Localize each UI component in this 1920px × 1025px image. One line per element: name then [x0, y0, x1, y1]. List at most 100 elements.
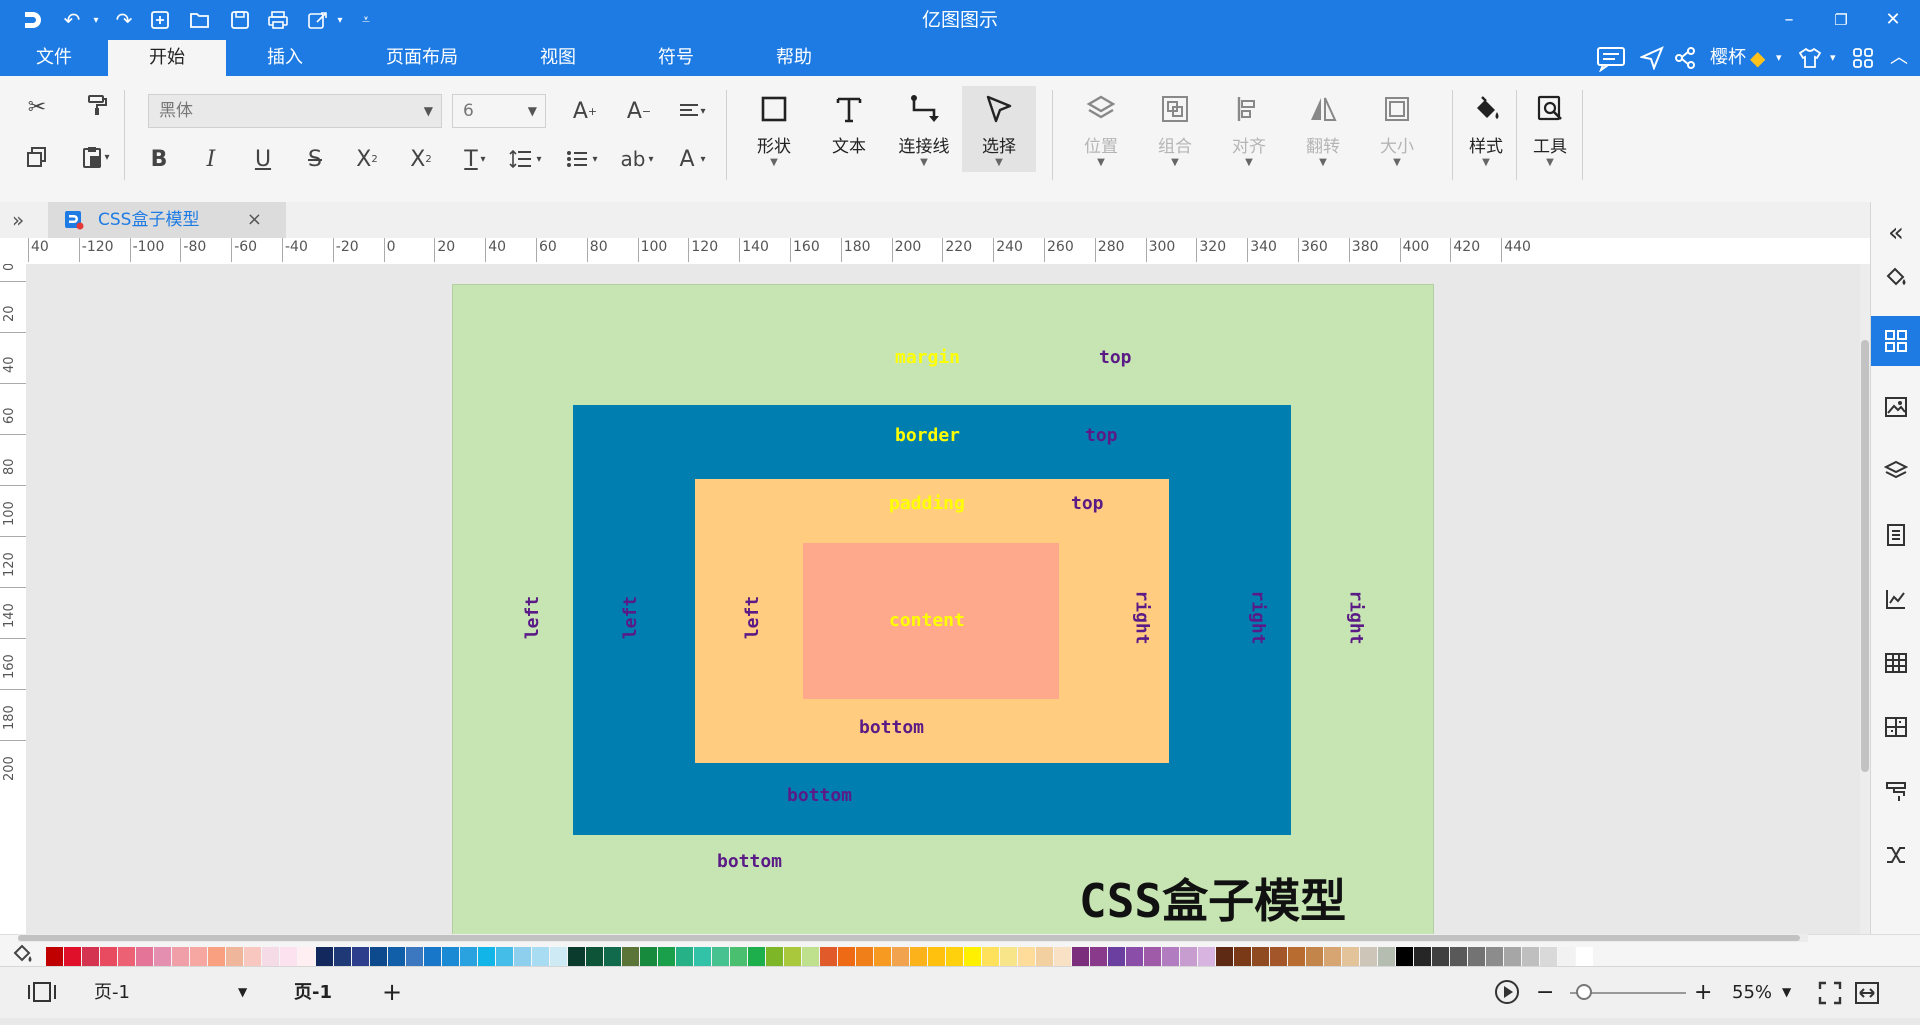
color-swatch[interactable] [136, 947, 153, 966]
collapse-panel-icon[interactable]: « [1871, 208, 1920, 258]
italic-icon[interactable]: I [194, 142, 228, 176]
align-button[interactable]: 对齐 ▼ [1214, 86, 1284, 172]
color-swatch[interactable] [1432, 947, 1449, 966]
color-swatch[interactable] [982, 947, 999, 966]
bold-icon[interactable]: B [142, 142, 176, 176]
zoom-out-icon[interactable]: − [1536, 967, 1554, 1018]
line-spacing-dropdown-icon[interactable]: ▾ [532, 142, 546, 176]
color-swatch[interactable] [928, 947, 945, 966]
color-swatch[interactable] [1306, 947, 1323, 966]
color-swatch[interactable] [838, 947, 855, 966]
color-swatch[interactable] [694, 947, 711, 966]
color-swatch[interactable] [586, 947, 603, 966]
color-swatch[interactable] [442, 947, 459, 966]
cut-icon[interactable]: ✂ [20, 90, 54, 124]
color-swatch[interactable] [874, 947, 891, 966]
image-icon[interactable] [1871, 382, 1920, 432]
color-swatch[interactable] [856, 947, 873, 966]
color-swatch[interactable] [1054, 947, 1071, 966]
minimize-button[interactable]: – [1766, 0, 1812, 40]
close-tab-icon[interactable]: × [247, 202, 262, 238]
color-swatch[interactable] [172, 947, 189, 966]
user-name[interactable]: 樱杯 [1710, 40, 1746, 76]
color-swatch[interactable] [1126, 947, 1143, 966]
flip-button[interactable]: 翻转 ▼ [1288, 86, 1358, 172]
tab-insert[interactable]: 插入 [226, 40, 344, 76]
theme-dropdown-icon[interactable]: ▾ [1830, 40, 1836, 76]
horizontal-scrollbar[interactable] [18, 934, 1808, 942]
color-swatch[interactable] [478, 947, 495, 966]
theme-shirt-icon[interactable] [1798, 40, 1822, 76]
color-swatch[interactable] [802, 947, 819, 966]
color-swatch[interactable] [1558, 947, 1575, 966]
diagram-title[interactable]: CSS盒子模型 [1079, 865, 1346, 931]
superscript-icon[interactable]: X2 [350, 142, 384, 176]
color-swatch[interactable] [1360, 947, 1377, 966]
color-swatch[interactable] [676, 947, 693, 966]
color-swatch[interactable] [154, 947, 171, 966]
color-swatch[interactable] [1486, 947, 1503, 966]
diagram-page[interactable]: margin top left right bottom border top … [452, 284, 1434, 934]
subscript-icon[interactable]: X2 [404, 142, 438, 176]
style-button[interactable]: 样式 ▼ [1451, 86, 1521, 172]
expand-panel-icon[interactable]: » [12, 202, 24, 238]
tools-button[interactable]: 工具 ▼ [1515, 86, 1585, 172]
connector-button[interactable]: 连接线 ▼ [889, 86, 959, 172]
color-swatch[interactable] [1288, 947, 1305, 966]
color-swatch[interactable] [946, 947, 963, 966]
color-swatch[interactable] [892, 947, 909, 966]
color-swatch[interactable] [1504, 947, 1521, 966]
tab-view[interactable]: 视图 [500, 40, 616, 76]
restore-button[interactable]: ❐ [1818, 0, 1864, 40]
color-swatch[interactable] [298, 947, 315, 966]
position-button[interactable]: 位置 ▼ [1066, 86, 1136, 172]
add-page-icon[interactable]: + [382, 967, 402, 1018]
color-swatch[interactable] [1576, 947, 1593, 966]
page-view-icon[interactable] [26, 967, 58, 1018]
color-swatch[interactable] [658, 947, 675, 966]
tab-symbols[interactable]: 符号 [620, 40, 732, 76]
color-swatch[interactable] [1144, 947, 1161, 966]
fill-bucket-icon[interactable] [1871, 252, 1920, 302]
color-swatch[interactable] [82, 947, 99, 966]
color-swatch[interactable] [280, 947, 297, 966]
format-painter-icon[interactable] [80, 88, 114, 122]
color-swatch[interactable] [1000, 947, 1017, 966]
color-swatch[interactable] [748, 947, 765, 966]
shape-button[interactable]: 形状 ▼ [739, 86, 809, 172]
fit-width-icon[interactable] [1854, 967, 1880, 1018]
color-swatch[interactable] [784, 947, 801, 966]
color-swatch[interactable] [496, 947, 513, 966]
color-swatch[interactable] [460, 947, 477, 966]
document-tab[interactable]: CSS盒子模型 × [48, 202, 286, 238]
group-button[interactable]: 组合 ▼ [1140, 86, 1210, 172]
share-icon[interactable] [1674, 40, 1696, 76]
tab-help[interactable]: 帮助 [736, 40, 852, 76]
color-swatch[interactable] [568, 947, 585, 966]
font-size-select[interactable]: 6 ▼ [452, 94, 546, 128]
color-swatch[interactable] [1090, 947, 1107, 966]
vertical-scrollbar[interactable] [1860, 264, 1870, 934]
strikethrough-icon[interactable]: S [298, 142, 332, 176]
play-presentation-icon[interactable] [1494, 967, 1520, 1018]
format-panel-icon[interactable] [1871, 766, 1920, 816]
vip-diamond-icon[interactable]: ◆ [1750, 40, 1765, 76]
drawing-canvas[interactable]: margin top left right bottom border top … [26, 264, 1870, 934]
align-dropdown-icon[interactable]: ▾ [696, 94, 710, 128]
color-swatch[interactable] [514, 947, 531, 966]
color-swatch[interactable] [1378, 947, 1395, 966]
shuffle-panel-icon[interactable] [1871, 830, 1920, 880]
color-swatch[interactable] [1216, 947, 1233, 966]
color-swatch[interactable] [1414, 947, 1431, 966]
send-icon[interactable] [1638, 40, 1664, 76]
zoom-dropdown-icon[interactable]: ▼ [1782, 967, 1791, 1018]
color-swatch[interactable] [352, 947, 369, 966]
color-swatch[interactable] [820, 947, 837, 966]
color-swatch[interactable] [1180, 947, 1197, 966]
layers-panel-icon[interactable] [1871, 446, 1920, 496]
color-swatch[interactable] [190, 947, 207, 966]
color-swatch[interactable] [1270, 947, 1287, 966]
color-swatch[interactable] [262, 947, 279, 966]
color-swatch[interactable] [766, 947, 783, 966]
color-swatch[interactable] [1540, 947, 1557, 966]
